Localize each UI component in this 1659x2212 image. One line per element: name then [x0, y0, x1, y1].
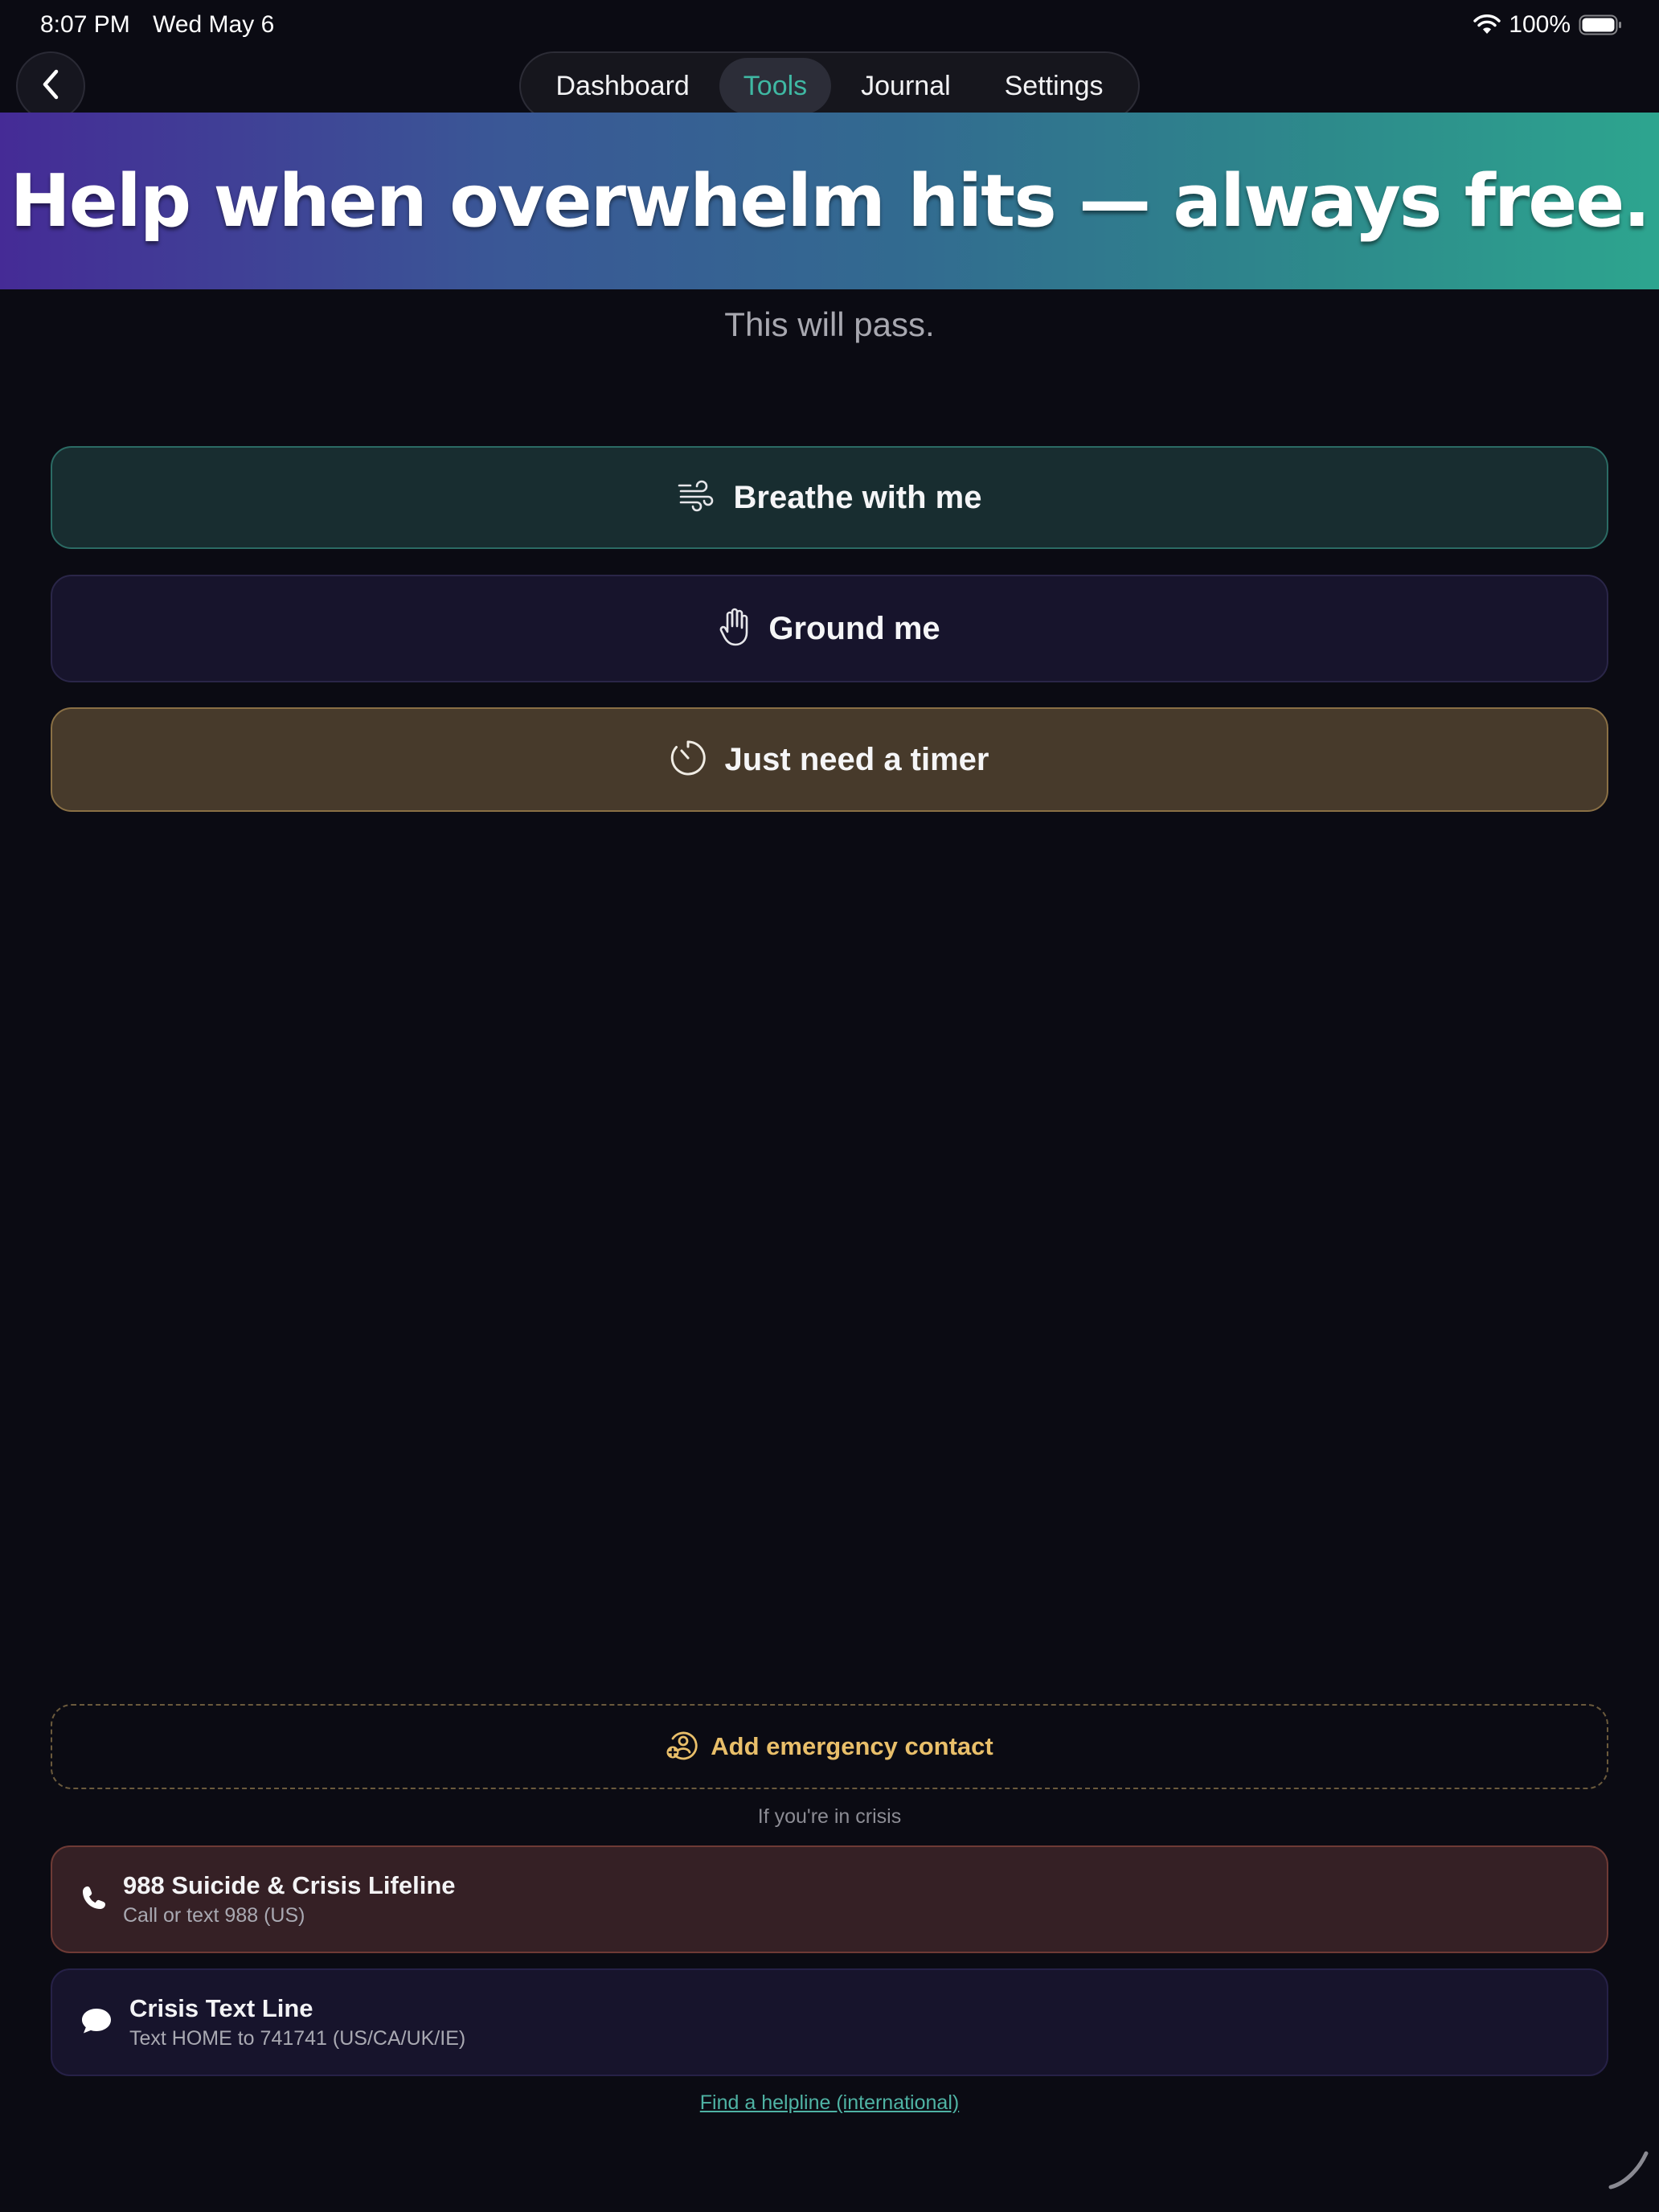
add-emergency-contact-label: Add emergency contact: [711, 1732, 993, 1760]
tab-settings[interactable]: Settings: [981, 58, 1128, 114]
tools-screen: 8:07 PM Wed May 6 100% Dashboard Tools J…: [0, 0, 1659, 2212]
wifi-icon: [1473, 14, 1501, 35]
back-button[interactable]: [16, 51, 85, 121]
crisis-text-line-card[interactable]: Crisis Text Line Text HOME to 741741 (US…: [51, 1968, 1608, 2076]
add-contact-icon: [666, 1730, 698, 1764]
crisis-text-line-desc: Text HOME to 741741 (US/CA/UK/IE): [129, 2027, 466, 2050]
chevron-left-icon: [37, 68, 64, 104]
breathe-label: Breathe with me: [733, 479, 982, 515]
battery-percent: 100%: [1509, 11, 1571, 38]
banner-headline: Help when overwhelm hits — always free.: [10, 158, 1650, 244]
find-helpline-link[interactable]: Find a helpline (international): [700, 2091, 959, 2114]
status-bar-right: 100%: [1473, 11, 1622, 39]
timer-label: Just need a timer: [724, 741, 989, 777]
add-emergency-contact-button[interactable]: Add emergency contact: [51, 1704, 1608, 1789]
status-date: Wed May 6: [153, 11, 275, 38]
hero-banner: Help when overwhelm hits — always free.: [0, 113, 1659, 289]
scroll-indicator-icon: [1606, 2147, 1651, 2196]
ground-label: Ground me: [768, 610, 940, 646]
timer-icon: [670, 739, 707, 780]
breathe-button[interactable]: Breathe with me: [51, 446, 1608, 549]
reassurance-subtitle: This will pass.: [724, 305, 935, 343]
phone-icon: [81, 1885, 107, 1915]
helpline-988-name: 988 Suicide & Crisis Lifeline: [123, 1871, 456, 1899]
status-time: 8:07 PM: [40, 11, 130, 38]
crisis-text-line-texts: Crisis Text Line Text HOME to 741741 (US…: [129, 1993, 465, 2052]
hand-icon: [719, 607, 751, 651]
ground-button[interactable]: Ground me: [51, 575, 1608, 682]
wind-icon: [678, 480, 716, 516]
tab-tools[interactable]: Tools: [719, 58, 832, 114]
helpline-988-desc: Call or text 988 (US): [123, 1904, 305, 1927]
helpline-988-card[interactable]: 988 Suicide & Crisis Lifeline Call or te…: [51, 1845, 1608, 1953]
chat-bubble-icon: [80, 2006, 113, 2039]
tab-dashboard[interactable]: Dashboard: [531, 58, 713, 114]
battery-icon: [1579, 14, 1622, 35]
crisis-text-line-name: Crisis Text Line: [129, 1994, 313, 2022]
timer-button[interactable]: Just need a timer: [51, 707, 1608, 812]
helpline-988-texts: 988 Suicide & Crisis Lifeline Call or te…: [123, 1870, 456, 1929]
status-bar-left: 8:07 PM Wed May 6: [40, 11, 274, 39]
main-nav-tabs: Dashboard Tools Journal Settings: [519, 51, 1140, 121]
find-helpline-container: Find a helpline (international): [0, 2091, 1659, 2115]
tab-journal[interactable]: Journal: [837, 58, 975, 114]
crisis-heading: If you're in crisis: [757, 1805, 902, 1828]
